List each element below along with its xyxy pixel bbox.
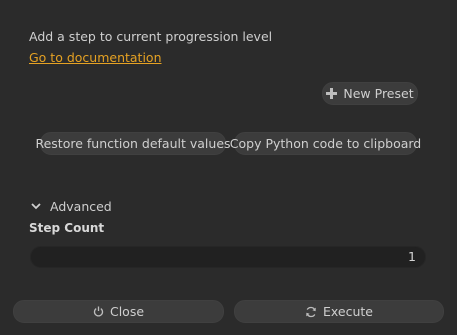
copy-python-button[interactable]: Copy Python code to clipboard (230, 132, 421, 155)
step-count-input[interactable]: 1 (30, 246, 426, 268)
new-preset-button[interactable]: New Preset (322, 82, 418, 105)
power-icon (93, 306, 104, 317)
plus-icon (326, 88, 338, 99)
advanced-section-toggle[interactable]: Advanced (31, 197, 112, 215)
new-preset-label: New Preset (343, 86, 414, 101)
close-button[interactable]: Close (13, 300, 224, 323)
dialog-panel: Add a step to current progression level … (0, 0, 457, 335)
close-label: Close (109, 304, 145, 319)
execute-label: Execute (323, 304, 373, 319)
advanced-section-label: Advanced (50, 198, 112, 214)
restore-defaults-label: Restore function default values (35, 136, 231, 151)
refresh-icon (305, 306, 317, 318)
restore-defaults-button[interactable]: Restore function default values (35, 132, 231, 155)
execute-button[interactable]: Execute (234, 300, 444, 323)
step-count-label: Step Count (29, 221, 105, 235)
chevron-down-icon (31, 202, 41, 210)
description-text: Add a step to current progression level (29, 29, 273, 44)
copy-python-label: Copy Python code to clipboard (229, 136, 422, 151)
documentation-link[interactable]: Go to documentation (29, 50, 162, 65)
